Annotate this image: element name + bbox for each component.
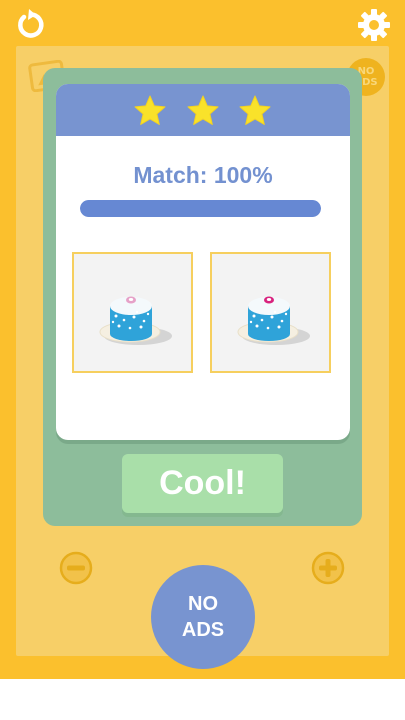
minus-icon[interactable]: [59, 551, 93, 585]
match-progress-fill: [80, 200, 321, 217]
result-card: Match: 100%: [56, 84, 350, 440]
no-ads-label-line2: ADS: [181, 619, 225, 641]
plus-icon[interactable]: [311, 551, 345, 585]
match-percentage: Match: 100%: [133, 162, 273, 188]
stars-header: [56, 84, 350, 136]
restart-icon[interactable]: [14, 8, 48, 42]
cool-button[interactable]: Cool!: [122, 454, 283, 513]
gear-icon[interactable]: [357, 8, 391, 42]
star-icon: [134, 95, 166, 125]
star-icon: [187, 95, 219, 125]
target-cake-image: [72, 252, 193, 373]
player-cake-image: [210, 252, 331, 373]
match-progress-bar: [80, 200, 321, 217]
no-ads-label-line1: NO: [188, 593, 218, 615]
star-icon: [239, 95, 271, 125]
no-ads-button[interactable]: NO ADS: [151, 565, 255, 669]
